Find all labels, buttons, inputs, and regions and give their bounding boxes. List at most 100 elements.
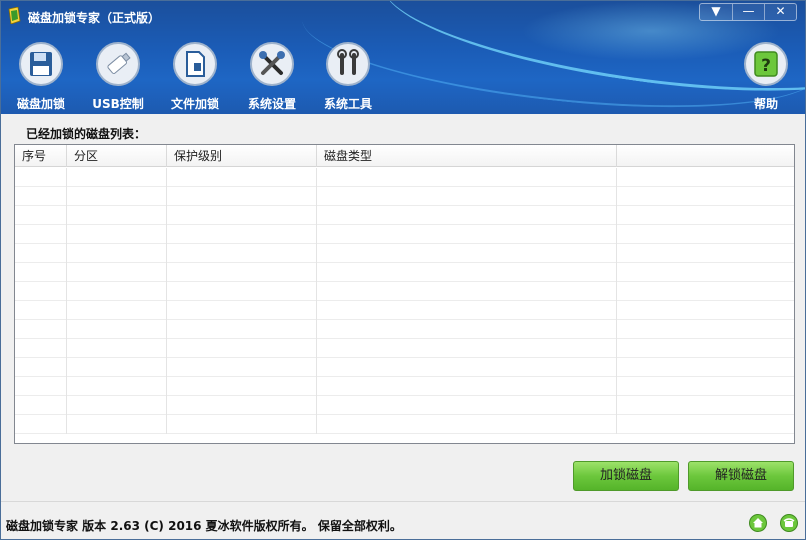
table-row[interactable] [15,358,794,377]
table-row[interactable] [15,282,794,301]
table-cell [67,396,167,415]
table-cell [15,320,67,339]
toolbar-disk-lock[interactable]: 磁盘加锁 [6,41,76,112]
toolbar-usb-control[interactable]: USB控制 [83,41,153,112]
table-row[interactable] [15,396,794,415]
table-cell [317,301,617,320]
table-cell [167,415,317,434]
status-bar: 磁盘加锁专家 版本 2.63 (C) 2016 夏冰软件版权所有。 保留全部权利… [1,501,805,539]
toolbar-help[interactable]: ? 帮助 [731,41,801,112]
toolbar-label: 系统设置 [247,97,296,111]
table-cell [167,244,317,263]
table-cell [67,339,167,358]
table-cell [67,225,167,244]
window-title: 磁盘加锁专家（正式版） [28,11,161,25]
table-cell [67,377,167,396]
table-cell [317,187,617,206]
table-cell [167,282,317,301]
table-cell [15,282,67,301]
table-cell [317,358,617,377]
table-cell [67,320,167,339]
table-cell [617,187,794,206]
menu-dropdown-button[interactable]: ▼ [700,4,732,20]
table-cell [167,301,317,320]
table-cell [67,301,167,320]
file-lock-icon [173,42,217,86]
table-cell [617,263,794,282]
table-cell [317,339,617,358]
table-row[interactable] [15,263,794,282]
table-cell [15,187,67,206]
table-cell [617,225,794,244]
table-row[interactable] [15,168,794,187]
table-cell [317,396,617,415]
table-row[interactable] [15,187,794,206]
toolbar-label: 文件加锁 [170,97,219,111]
table-cell [67,244,167,263]
table-row[interactable] [15,377,794,396]
close-button[interactable]: ✕ [764,4,796,20]
title-bar[interactable]: 磁盘加锁专家（正式版） ▼ — ✕ [1,1,805,31]
table-cell [167,187,317,206]
table-cell [617,358,794,377]
table-cell [15,244,67,263]
toolbar-label: 磁盘加锁 [16,97,65,111]
usb-drive-icon [96,42,140,86]
table-cell [15,377,67,396]
table-cell [67,358,167,377]
table-cell [617,415,794,434]
table-cell [15,396,67,415]
table-row[interactable] [15,301,794,320]
column-header-disk-type[interactable]: 磁盘类型 [317,145,617,167]
phone-icon[interactable] [780,514,798,532]
table-cell [617,339,794,358]
lock-disk-button[interactable]: 加锁磁盘 [573,461,679,491]
column-header-index[interactable]: 序号 [15,145,67,167]
table-row[interactable] [15,415,794,434]
table-row[interactable] [15,244,794,263]
toolbar-label: 系统工具 [323,97,372,111]
table-cell [317,225,617,244]
table-cell [617,244,794,263]
table-row[interactable] [15,225,794,244]
table-cell [15,358,67,377]
column-header-protection-level[interactable]: 保护级别 [167,145,317,167]
table-cell [67,187,167,206]
wrench-icon [326,42,370,86]
table-cell [15,301,67,320]
minimize-button[interactable]: — [732,4,764,20]
table-cell [167,263,317,282]
table-cell [15,168,67,187]
table-cell [617,301,794,320]
table-row[interactable] [15,320,794,339]
table-cell [617,206,794,225]
home-icon[interactable] [749,514,767,532]
table-cell [15,225,67,244]
toolbar-file-lock[interactable]: 文件加锁 [160,41,230,112]
copyright-text: 磁盘加锁专家 版本 2.63 (C) 2016 夏冰软件版权所有。 保留全部权利… [6,519,402,533]
table-cell [167,396,317,415]
table-row[interactable] [15,206,794,225]
header-banner: 磁盘加锁专家（正式版） ▼ — ✕ 磁盘加锁 USB控制 文件加锁 系统设置 系… [1,1,805,114]
app-logo-icon [8,7,21,24]
table-cell [317,320,617,339]
table-cell [167,206,317,225]
table-row[interactable] [15,339,794,358]
table-cell [617,396,794,415]
table-cell [167,377,317,396]
toolbar-label: 帮助 [753,97,778,111]
tools-settings-icon [250,42,294,86]
toolbar-system-settings[interactable]: 系统设置 [237,41,307,112]
window-controls: ▼ — ✕ [699,3,797,21]
table-cell [167,168,317,187]
table-cell [67,263,167,282]
table-cell [67,282,167,301]
unlock-disk-button[interactable]: 解锁磁盘 [688,461,794,491]
table-body [15,168,794,434]
column-header-partition[interactable]: 分区 [67,145,167,167]
toolbar-system-tools[interactable]: 系统工具 [313,41,383,112]
table-cell [15,263,67,282]
svg-text:?: ? [761,56,771,76]
locked-disk-table[interactable]: 序号 分区 保护级别 磁盘类型 [14,144,795,444]
app-window: 磁盘加锁专家（正式版） ▼ — ✕ 磁盘加锁 USB控制 文件加锁 系统设置 系… [0,0,806,540]
